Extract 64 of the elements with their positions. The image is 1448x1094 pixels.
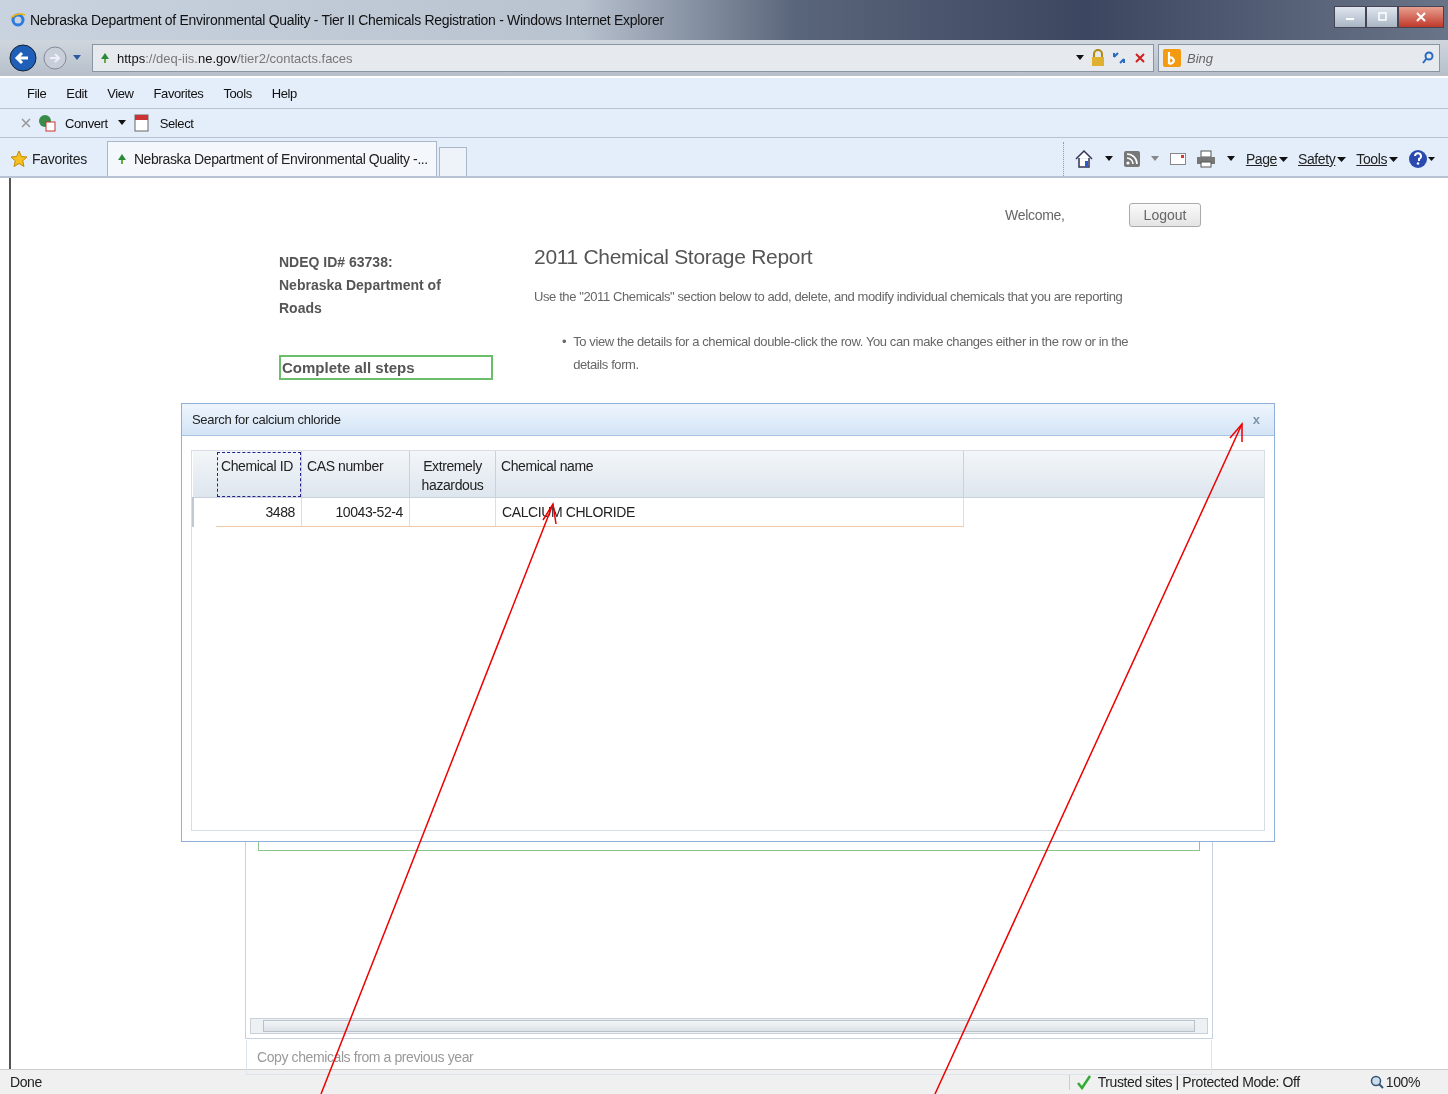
browser-tab[interactable]: Nebraska Department of Environmental Quality -...: [106, 141, 437, 176]
favorites-button[interactable]: Favorites: [10, 142, 107, 176]
restore-icon: [1376, 12, 1388, 22]
complete-all-steps-button[interactable]: Complete all steps: [279, 355, 493, 380]
column-header[interactable]: CAS number: [301, 451, 410, 498]
intro-text: Use the "2011 Chemicals" section below to add, delete, and modify individual chemicals that you are reporting: [534, 289, 1124, 304]
menu-item[interactable]: File: [24, 83, 50, 103]
dialog-title: Search for calcium chloride: [192, 412, 341, 427]
feed-icon[interactable]: [1123, 151, 1140, 167]
page-title: 2011 Chemical Storage Report: [534, 245, 814, 269]
home-icon[interactable]: [1073, 149, 1094, 169]
dropdown-caret-icon[interactable]: [1103, 155, 1114, 163]
menu-item[interactable]: Edit: [63, 83, 91, 103]
menu-item[interactable]: View: [104, 83, 137, 103]
welcome-text: Welcome,: [1005, 207, 1065, 223]
checkmark-icon: [1075, 1074, 1092, 1090]
refresh-icon[interactable]: [1111, 50, 1127, 66]
toolbar-button[interactable]: Convert: [62, 113, 111, 133]
forward-button[interactable]: [42, 45, 68, 71]
security-zone-text: Trusted sites | Protected Mode: Off: [1097, 1074, 1300, 1090]
close-button[interactable]: [1398, 6, 1444, 28]
status-text: Done: [10, 1074, 42, 1090]
window-title: Nebraska Department of Environmental Quality - Tier II Chemicals Registration - Windows Internet Explorer: [30, 12, 664, 28]
command-menu[interactable]: Page: [1245, 151, 1288, 167]
command-menu[interactable]: Safety: [1298, 151, 1347, 167]
dropdown-caret-icon[interactable]: [116, 119, 127, 127]
back-button[interactable]: [8, 43, 38, 73]
zoom-button[interactable]: 100%: [1369, 1074, 1448, 1090]
logout-button[interactable]: Logout: [1128, 203, 1202, 227]
search-field[interactable]: Bing: [1158, 44, 1440, 72]
close-icon: [1415, 12, 1427, 22]
lock-icon: [1091, 49, 1105, 67]
command-menu[interactable]: Tools: [1356, 151, 1398, 167]
caret-icon: [1389, 155, 1398, 163]
help-icon[interactable]: [1408, 149, 1436, 169]
star-icon: [10, 150, 28, 168]
horizontal-scrollbar[interactable]: [250, 1018, 1208, 1034]
table-cell: 3488: [216, 497, 302, 527]
dropdown-caret-icon[interactable]: [1075, 54, 1085, 62]
search-engine-logo-icon: [1163, 49, 1181, 67]
bullet-marker: •: [562, 333, 567, 351]
address-field[interactable]: https://deq-iis.ne.gov/tier2/contacts.faces: [92, 44, 1154, 72]
caret-icon: [1279, 155, 1288, 163]
minimize-button[interactable]: [1334, 6, 1366, 28]
column-header[interactable]: Chemical name: [495, 451, 964, 498]
table-cell: 10043-52-4: [301, 497, 410, 527]
menu-item[interactable]: Help: [268, 83, 300, 103]
browser-logo-icon: [10, 12, 26, 28]
menu-item[interactable]: Favorites: [150, 83, 207, 103]
printer-icon[interactable]: [1195, 150, 1216, 168]
menu-item[interactable]: Tools: [220, 83, 255, 103]
search-icon[interactable]: [1421, 51, 1435, 65]
stop-icon[interactable]: [1133, 51, 1147, 65]
column-header[interactable]: Chemical ID: [216, 451, 302, 498]
restore-button[interactable]: [1366, 6, 1398, 28]
mail-icon[interactable]: [1169, 153, 1186, 165]
dropdown-caret-icon[interactable]: [1225, 155, 1236, 163]
facility-name: NDEQ ID# 63738: Nebraska Department of Roads: [279, 253, 442, 318]
column-header[interactable]: Extremely hazardous: [409, 451, 496, 498]
magnifier-icon: [1369, 1075, 1384, 1089]
document-icon: [132, 114, 151, 132]
caret-icon: [1337, 155, 1347, 163]
instruction-item: To view the details for a chemical double-click the row. You can make changes either in the row or in the details form.: [573, 333, 1130, 374]
toolbar-button[interactable]: Select: [156, 113, 197, 133]
